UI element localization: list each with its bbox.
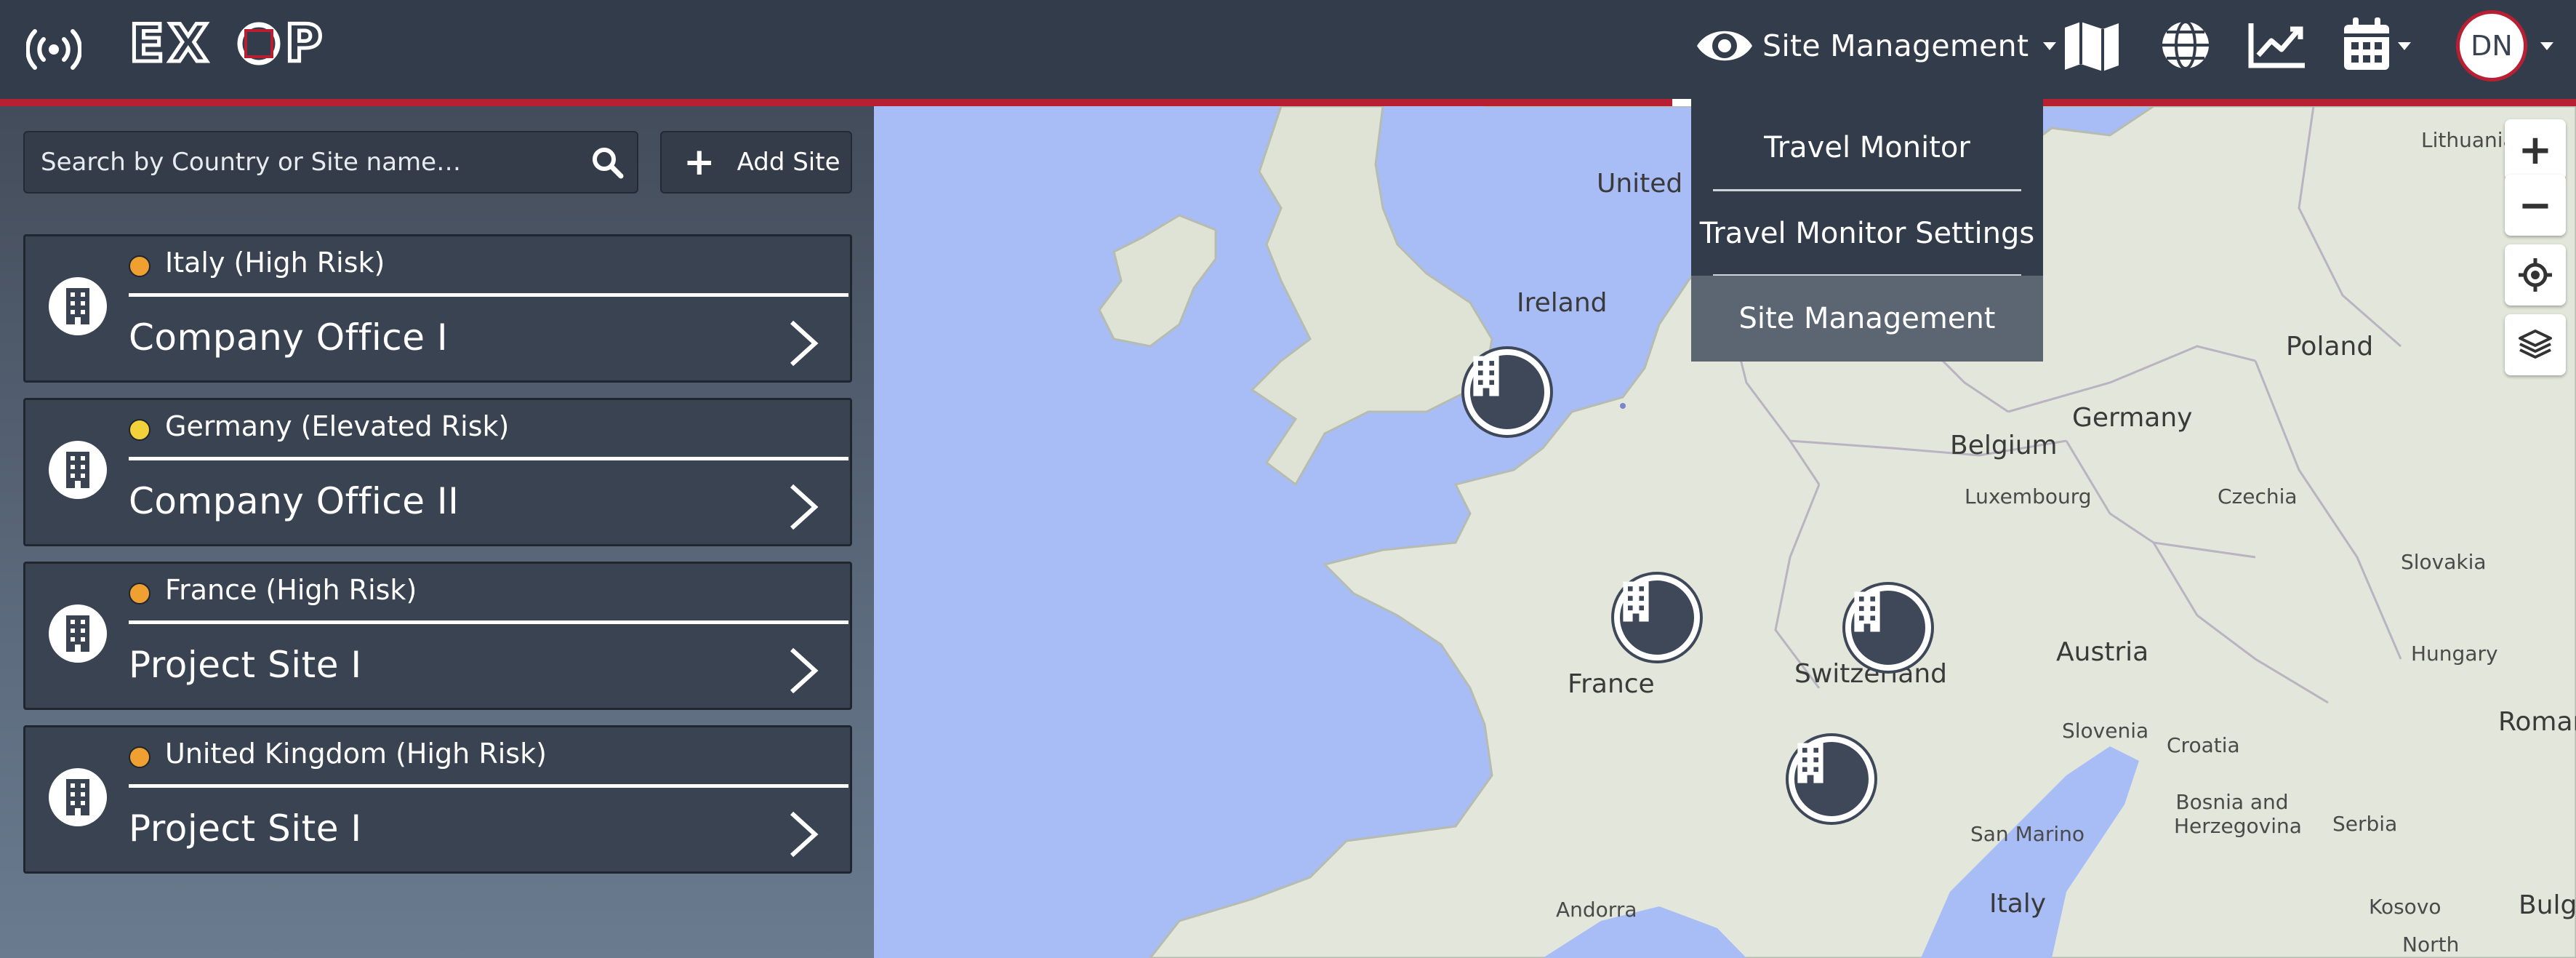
map-label-ireland: Ireland <box>1517 288 1608 318</box>
calendar-caret-icon[interactable] <box>2398 42 2411 50</box>
map-label-italy: Italy <box>1989 889 2047 919</box>
menu-item-travel-monitor[interactable]: Travel Monitor <box>1691 105 2043 191</box>
map-label-czechia: Czechia <box>2218 484 2298 508</box>
site-name: Project Site I <box>129 644 362 686</box>
search-placeholder: Search by Country or Site name… <box>41 148 462 177</box>
risk-indicator <box>129 419 151 441</box>
layers-button[interactable] <box>2505 314 2566 375</box>
map-label-lithuania: Lithuania <box>2421 128 2516 152</box>
building-icon <box>1473 356 1499 396</box>
site-name: Project Site I <box>129 807 362 850</box>
divider <box>129 293 848 297</box>
site-card-italy[interactable]: Italy (High Risk) Company Office I <box>23 234 852 383</box>
sites-sidebar: Search by Country or Site name… + Add Si… <box>0 106 874 958</box>
locate-button[interactable] <box>2505 244 2566 306</box>
map-label-san-marino: San Marino <box>1970 822 2085 846</box>
site-card-germany[interactable]: Germany (Elevated Risk) Company Office I… <box>23 398 852 546</box>
map-icon[interactable] <box>2063 20 2120 73</box>
search-icon[interactable] <box>590 145 624 179</box>
chevron-right-icon[interactable] <box>782 318 825 369</box>
add-site-button[interactable]: + Add Site <box>660 131 852 193</box>
building-icon <box>49 604 107 663</box>
map-label-slovakia: Slovakia <box>2401 550 2487 574</box>
calendar-icon[interactable] <box>2343 17 2391 71</box>
crosshair-icon <box>2519 258 2552 292</box>
site-marker-germany[interactable] <box>1845 585 1931 671</box>
divider <box>129 620 848 624</box>
search-input[interactable]: Search by Country or Site name… <box>23 131 638 193</box>
divider <box>129 784 848 788</box>
map-label-bulgaria: Bulgaria <box>2519 890 2576 920</box>
chart-line-icon[interactable] <box>2248 22 2306 68</box>
menu-item-site-management[interactable]: Site Management <box>1691 276 2043 362</box>
building-icon <box>1623 581 1649 622</box>
map-label-germany: Germany <box>2072 403 2193 433</box>
site-card-united-kingdom[interactable]: United Kingdom (High Risk) Project Site … <box>23 725 852 874</box>
map-label-andorra: Andorra <box>1556 898 1637 922</box>
map-label-luxembourg: Luxembourg <box>1965 484 2092 508</box>
site-card-france[interactable]: France (High Risk) Project Site I <box>23 562 852 710</box>
map-label-poland: Poland <box>2286 332 2374 362</box>
map-label-croatia: Croatia <box>2167 733 2240 757</box>
site-name: Company Office I <box>129 316 449 359</box>
map-label-north: North <box>2402 933 2460 957</box>
site-risk-label: Germany (Elevated Risk) <box>165 410 510 442</box>
avatar-caret-icon[interactable] <box>2540 42 2553 50</box>
risk-indicator <box>129 255 151 277</box>
site-marker-italy[interactable] <box>1789 736 1874 822</box>
chevron-right-icon[interactable] <box>782 482 825 532</box>
map-label-france: France <box>1568 669 1655 699</box>
caret-down-icon <box>2043 41 2057 50</box>
add-site-label: Add Site <box>737 148 840 177</box>
header-accent-line <box>0 99 2576 106</box>
layers-icon <box>2519 330 2552 359</box>
map-label-slovenia: Slovenia <box>2062 719 2149 743</box>
map-label-kosovo: Kosovo <box>2369 895 2441 919</box>
map-label-bosnia: Bosnia and Herzegovina <box>2174 790 2302 838</box>
building-icon <box>49 768 107 826</box>
svg-text:P: P <box>285 16 322 71</box>
map-label-belgium: Belgium <box>1950 431 2058 460</box>
map-label-austria: Austria <box>2056 637 2149 667</box>
site-management-menu-button[interactable]: Site Management <box>1762 13 2057 79</box>
building-icon <box>1797 743 1823 783</box>
zoom-out-button[interactable]: − <box>2505 175 2566 236</box>
map-label-hungary: Hungary <box>2411 642 2498 666</box>
plus-icon: + <box>683 140 715 184</box>
map-label-romania: Romania <box>2498 707 2576 737</box>
chevron-right-icon[interactable] <box>782 645 825 696</box>
map-label-serbia: Serbia <box>2332 812 2398 836</box>
site-marker-uk[interactable] <box>1464 349 1550 435</box>
menu-item-label: Site Management <box>1738 302 1996 335</box>
site-management-dropdown: Travel Monitor Travel Monitor Settings S… <box>1691 99 2043 362</box>
zoom-in-button[interactable]: + <box>2505 119 2566 180</box>
site-risk-label: Italy (High Risk) <box>165 247 385 279</box>
site-management-label: Site Management <box>1762 28 2029 63</box>
chevron-right-icon[interactable] <box>782 809 825 860</box>
building-icon <box>1854 591 1880 632</box>
menu-item-label: Travel Monitor <box>1764 131 1970 164</box>
globe-icon[interactable] <box>2159 19 2212 71</box>
site-name: Company Office II <box>129 480 460 522</box>
broadcast-icon[interactable] <box>26 22 81 77</box>
top-header: EX P Site Management DN <box>0 0 2576 99</box>
exop-logo[interactable]: EX P <box>129 16 340 71</box>
risk-indicator <box>129 583 151 604</box>
risk-indicator <box>129 746 151 768</box>
eye-icon[interactable] <box>1694 22 1755 70</box>
site-risk-label: France (High Risk) <box>165 574 417 606</box>
svg-text:EX: EX <box>129 16 212 71</box>
site-marker-france[interactable] <box>1614 575 1700 660</box>
building-icon <box>49 441 107 499</box>
user-avatar[interactable]: DN <box>2456 10 2527 81</box>
building-icon <box>49 277 107 335</box>
divider <box>129 457 848 460</box>
site-risk-label: United Kingdom (High Risk) <box>165 738 547 770</box>
menu-item-travel-monitor-settings[interactable]: Travel Monitor Settings <box>1691 191 2043 276</box>
menu-item-label: Travel Monitor Settings <box>1699 217 2035 250</box>
